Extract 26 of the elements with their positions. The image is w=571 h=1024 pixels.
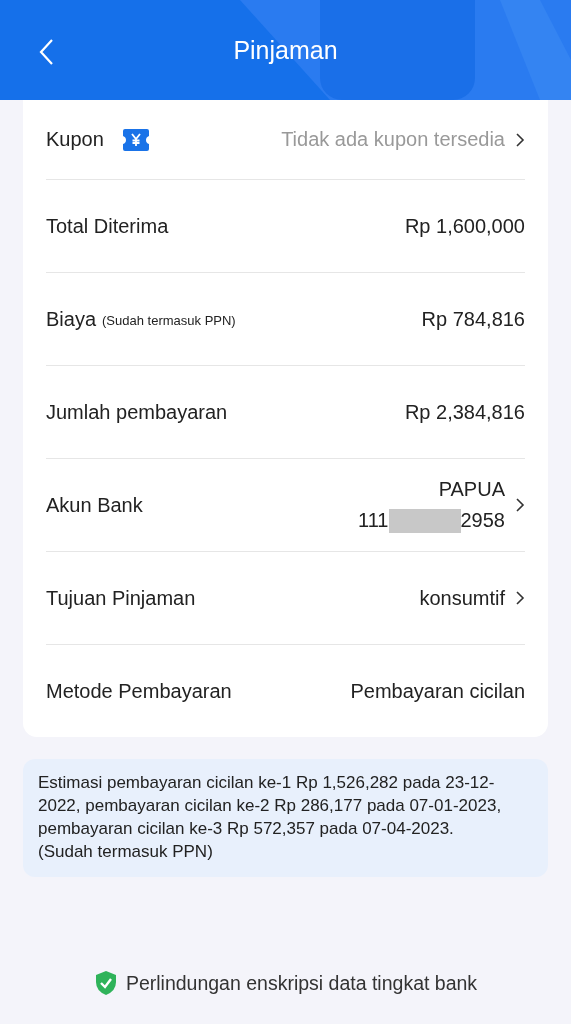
row-value: Rp 2,384,816 (404, 400, 525, 424)
security-note: Perlindungan enskripsi data tingkat bank (125, 971, 478, 995)
row-label: Akun Bank (46, 493, 143, 517)
installment-estimate: Estimasi pembayaran cicilan ke-1 Rp 1,526,282 pada 23-12-2022, pembayaran cicilan ke-2 Rp 286,177 pada 07-01-2023, pembayaran cicilan ke-3 Rp 572,357 pada 07-04-2023. (Sudah termasuk PPN) (38, 773, 502, 861)
row-note: (Sudah termasuk PPN) (102, 313, 236, 328)
chevron-icon[interactable] (515, 497, 525, 513)
chevron-icon[interactable] (515, 590, 525, 606)
row-label: Metode Pembayaran (46, 679, 232, 703)
row-value: konsumtif (419, 586, 505, 610)
row-value: Rp 784,816 (421, 307, 525, 331)
back-icon (38, 38, 54, 66)
page-title: Pinjaman (233, 35, 338, 65)
row-value: Rp 1,600,000 (404, 214, 525, 238)
account-number-start: 111 (358, 509, 389, 532)
row-label: Jumlah pembayaran (46, 400, 228, 424)
row-label: Kupon (46, 128, 104, 151)
bank-name: PAPUA (438, 477, 505, 501)
shield-check-icon (93, 970, 118, 996)
row-value: Pembayaran cicilan (350, 679, 525, 703)
chevron-icon[interactable] (515, 131, 525, 148)
account-number-end: 2958 (460, 509, 505, 532)
coupon-status: Tidak ada kupon tersedia (281, 128, 505, 151)
row-label: Tujuan Pinjaman (46, 586, 196, 610)
row-label: Biaya (46, 307, 97, 331)
row-label: Total Diterima (46, 214, 169, 238)
coupon-icon (121, 127, 150, 152)
